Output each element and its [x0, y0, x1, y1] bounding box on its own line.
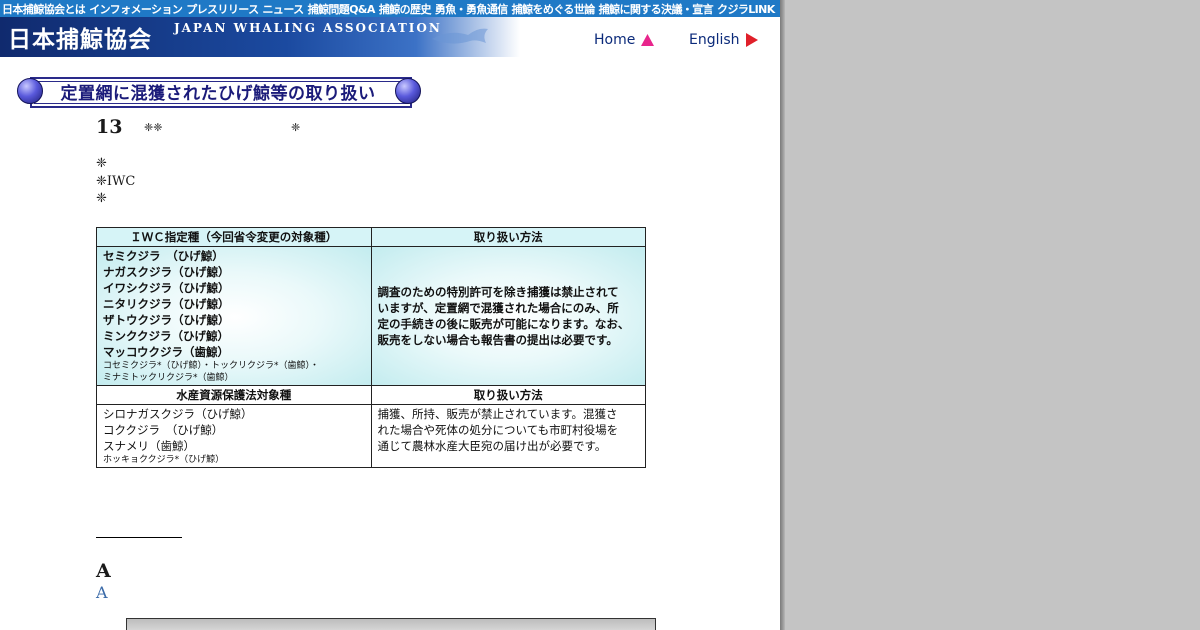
- sphere-icon: [17, 78, 43, 104]
- species-item: スナメリ（歯鯨）: [103, 439, 195, 453]
- method-line: 通じて農林水産大臣宛の届け出が必要です。: [377, 439, 607, 453]
- column-header: 取り扱い方法: [370, 385, 646, 405]
- species-item: イワシクジラ（ひげ鯨）: [103, 281, 230, 295]
- home-label: Home: [594, 32, 636, 48]
- section-title: 定置網に混獲されたひげ鯨等の取り扱い: [60, 83, 376, 104]
- nav-about[interactable]: 日本捕鯨協会とは: [2, 1, 86, 17]
- table-row: セミクジラ （ひげ鯨） ナガスクジラ（ひげ鯨） イワシクジラ（ひげ鯨） ニタリク…: [96, 246, 646, 386]
- method-line: 捕獲、所持、販売が禁止されています。混獲さ: [377, 407, 618, 421]
- horizontal-rule: [96, 537, 182, 538]
- species-item: セミクジラ （ひげ鯨）: [103, 249, 224, 263]
- table-row: シロナガスクジラ（ひげ鯨） コククジラ （ひげ鯨） スナメリ（歯鯨） ホッキョク…: [96, 404, 646, 468]
- logo-japanese: 日本捕鯨協会: [8, 27, 152, 53]
- nav-whale-links[interactable]: クジラLINK: [717, 1, 775, 17]
- whale-handling-table: ＩＷＣ指定種（今回省令変更の対象種） 取り扱い方法 セミクジラ （ひげ鯨） ナガ…: [96, 227, 646, 468]
- method-line: 定の手続きの後に販売が可能になります。なお、: [377, 317, 630, 331]
- nav-whaling-qa[interactable]: 捕鯨問題Q&A: [308, 1, 376, 17]
- table-header-row: ＩＷＣ指定種（今回省令変更の対象種） 取り扱い方法: [96, 227, 646, 247]
- species-item: ニタリクジラ（ひげ鯨）: [103, 297, 230, 311]
- whale-tail-icon: [432, 28, 488, 44]
- sphere-icon: [395, 78, 421, 104]
- triangle-right-icon: [745, 33, 758, 47]
- nav-information[interactable]: インフォメーション: [89, 1, 183, 17]
- anchor-link[interactable]: A: [96, 583, 108, 602]
- species-item: ザトウクジラ（ひげ鯨）: [103, 313, 230, 327]
- method-line: いますが、定置網で混獲された場合にのみ、所: [377, 301, 619, 315]
- note-line: ❈: [96, 156, 107, 171]
- english-link[interactable]: English: [689, 32, 758, 48]
- species-item: マッコウクジラ（歯鯨）: [103, 345, 230, 359]
- bottom-panel: [126, 618, 656, 630]
- english-label: English: [689, 32, 740, 48]
- nav-history[interactable]: 捕鯨の歴史: [379, 1, 432, 17]
- note-line: ❈: [96, 191, 107, 206]
- header-banner: 日本捕鯨協会 JAPAN WHALING ASSOCIATION Home En…: [0, 17, 780, 57]
- method-line: 調査のための特別許可を除き捕獲は禁止されて: [377, 285, 619, 299]
- species-cell: セミクジラ （ひげ鯨） ナガスクジラ（ひげ鯨） イワシクジラ（ひげ鯨） ニタリク…: [96, 246, 372, 386]
- method-cell: 捕獲、所持、販売が禁止されています。混獲さ れた場合や死体の処分についても市町村…: [370, 404, 646, 468]
- note-number: 13: [96, 116, 123, 138]
- section-letter: A: [96, 560, 111, 582]
- species-cell: シロナガスクジラ（ひげ鯨） コククジラ （ひげ鯨） スナメリ（歯鯨） ホッキョク…: [96, 404, 372, 468]
- logo-english: JAPAN WHALING ASSOCIATION: [174, 21, 442, 35]
- nav-isana[interactable]: 勇魚・勇魚通信: [435, 1, 508, 17]
- section-heading: 定置網に混獲されたひげ鯨等の取り扱い: [14, 74, 422, 108]
- nav-press-release[interactable]: プレスリリース: [186, 1, 259, 17]
- nav-resolutions[interactable]: 捕鯨に関する決議・宣言: [599, 1, 714, 17]
- top-navigation-bar: 日本捕鯨協会とは インフォメーション プレスリリース ニュース 捕鯨問題Q&A …: [0, 0, 780, 17]
- nav-public-opinion[interactable]: 捕鯨をめぐる世論: [512, 1, 596, 17]
- frame-divider[interactable]: [780, 0, 785, 630]
- method-line: 販売をしない場合も報告書の提出は必要です。: [377, 333, 618, 347]
- column-header: 水産資源保護法対象種: [96, 385, 372, 405]
- note-marks: ❈: [291, 121, 301, 134]
- note-line: ❈IWC: [96, 174, 136, 189]
- column-header: 取り扱い方法: [370, 227, 646, 247]
- home-link[interactable]: Home: [594, 32, 655, 48]
- method-cell: 調査のための特別許可を除き捕獲は禁止されて いますが、定置網で混獲された場合にの…: [370, 246, 646, 386]
- triangle-up-icon: [641, 34, 655, 46]
- nav-news[interactable]: ニュース: [263, 1, 305, 17]
- table-header-row: 水産資源保護法対象種 取り扱い方法: [96, 385, 646, 405]
- column-header: ＩＷＣ指定種（今回省令変更の対象種）: [96, 227, 372, 247]
- note-marks: ❈❈: [144, 121, 163, 134]
- species-item: コククジラ （ひげ鯨）: [103, 423, 224, 437]
- species-note: ホッキョククジラ*（ひげ鯨）: [103, 455, 225, 465]
- logo-strip: 日本捕鯨協会 JAPAN WHALING ASSOCIATION: [0, 17, 520, 57]
- species-note: ミナミトックリクジラ*（歯鯨）: [103, 373, 234, 383]
- species-note: コセミクジラ*（ひげ鯨）・トックリクジラ*（歯鯨）・: [103, 361, 320, 371]
- page-content: 日本捕鯨協会とは インフォメーション プレスリリース ニュース 捕鯨問題Q&A …: [0, 0, 780, 630]
- species-item: ナガスクジラ（ひげ鯨）: [103, 265, 230, 279]
- species-item: ミンククジラ（ひげ鯨）: [103, 329, 230, 343]
- method-line: れた場合や死体の処分についても市町村役場を: [377, 423, 619, 437]
- species-item: シロナガスクジラ（ひげ鯨）: [103, 407, 253, 421]
